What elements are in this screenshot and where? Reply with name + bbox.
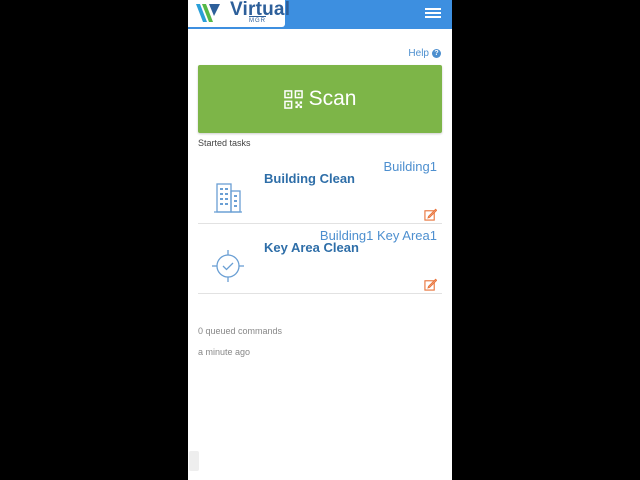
scan-button[interactable]: Scan	[198, 65, 442, 133]
building-icon	[214, 183, 242, 213]
logo-mark-icon	[196, 4, 220, 22]
app-screen: Virtual MGR Help ? Scan Started tasks Bu…	[188, 0, 452, 480]
task-item[interactable]: Building Clean Building1	[198, 158, 442, 224]
task-divider	[198, 293, 442, 294]
task-location: Building1	[383, 159, 438, 174]
target-check-icon	[212, 250, 244, 282]
task-location: Building1 Key Area1	[319, 228, 437, 243]
edit-icon[interactable]	[424, 208, 437, 221]
qr-code-icon	[283, 89, 303, 109]
scan-label: Scan	[308, 87, 357, 110]
side-drawer-handle[interactable]	[189, 451, 199, 471]
help-link[interactable]: Help ?	[408, 48, 441, 59]
brand-subtitle: MGR	[249, 16, 266, 24]
question-circle-icon: ?	[432, 49, 441, 58]
queued-commands-status: 0 queued commands	[198, 326, 283, 336]
started-tasks-heading: Started tasks	[198, 138, 251, 148]
task-divider	[198, 223, 442, 224]
task-title: Building Clean	[264, 171, 355, 186]
last-updated-status: a minute ago	[198, 347, 251, 357]
brand-logo[interactable]: Virtual MGR	[188, 0, 290, 27]
app-header: Virtual MGR	[188, 0, 452, 29]
edit-icon[interactable]	[424, 278, 437, 291]
hamburger-menu-icon[interactable]	[425, 6, 441, 20]
task-item[interactable]: Key Area Clean Building1 Key Area1	[198, 228, 442, 294]
help-label: Help	[408, 48, 429, 59]
